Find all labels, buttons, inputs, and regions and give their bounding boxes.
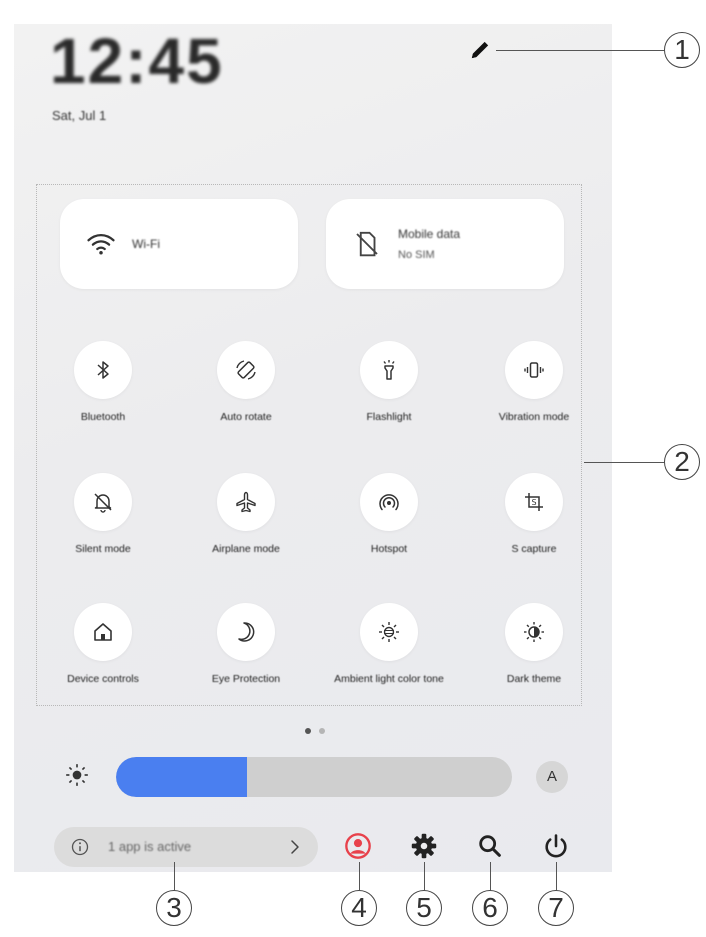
callout-leader-7 xyxy=(556,862,557,890)
clock: 12:45 xyxy=(50,25,224,97)
tile-vibration[interactable]: Vibration mode xyxy=(474,341,594,423)
page-dot-active xyxy=(305,728,311,734)
mobile-data-label: Mobile data xyxy=(398,227,461,241)
info-icon xyxy=(71,838,89,856)
brightness-icon xyxy=(66,764,88,786)
callout-leader-2 xyxy=(584,462,664,463)
tile-label: Auto rotate xyxy=(220,411,272,423)
gear-icon xyxy=(411,833,437,859)
callout-4: 4 xyxy=(341,890,377,926)
tile-label: Dark theme xyxy=(506,673,562,685)
callout-leader-5 xyxy=(424,862,425,890)
search-button[interactable] xyxy=(476,832,504,860)
flashlight-icon xyxy=(383,360,395,380)
tile-label: Ambient light color tone xyxy=(334,673,444,685)
vibration-icon xyxy=(524,362,544,378)
callout-3: 3 xyxy=(156,890,192,926)
quick-settings-panel: 12:45 Sat, Jul 1 Wi-Fi Mobile data No SI… xyxy=(14,24,612,872)
bluetooth-icon xyxy=(97,361,109,379)
active-apps-button[interactable]: 1 app is active xyxy=(54,827,318,867)
tile-device-controls[interactable]: Device controls xyxy=(43,603,163,685)
hotspot-icon xyxy=(379,494,399,511)
tile-dark-theme[interactable]: Dark theme xyxy=(474,603,594,685)
tile-label: Hotspot xyxy=(370,543,408,555)
wifi-tile[interactable]: Wi-Fi xyxy=(60,199,298,289)
tile-flashlight[interactable]: Flashlight xyxy=(329,341,449,423)
power-button[interactable] xyxy=(542,832,570,860)
callout-6: 6 xyxy=(472,890,508,926)
mobile-data-tile[interactable]: Mobile data No SIM xyxy=(326,199,564,289)
chevron-right-icon xyxy=(291,840,299,854)
s-capture-icon: S xyxy=(525,493,543,511)
ambient-light-icon xyxy=(379,622,399,642)
tile-label: Airplane mode xyxy=(212,543,280,555)
airplane-icon xyxy=(236,491,256,513)
pencil-icon xyxy=(471,41,489,59)
profile-icon xyxy=(345,833,371,859)
date: Sat, Jul 1 xyxy=(52,108,107,123)
profile-button[interactable] xyxy=(344,832,372,860)
brightness-slider[interactable] xyxy=(116,757,512,797)
mobile-data-status: No SIM xyxy=(398,249,435,261)
callout-leader-6 xyxy=(490,862,491,890)
callout-2: 2 xyxy=(664,444,700,480)
svg-text:S: S xyxy=(531,498,536,507)
tile-auto-rotate[interactable]: Auto rotate xyxy=(186,341,306,423)
home-icon xyxy=(94,623,112,641)
tile-label: Vibration mode xyxy=(498,411,570,423)
moon-icon xyxy=(238,622,255,642)
callout-7: 7 xyxy=(538,890,574,926)
active-apps-label: 1 app is active xyxy=(108,839,192,854)
auto-brightness-button[interactable]: A xyxy=(536,761,568,793)
tile-ambient-light[interactable]: Ambient light color tone xyxy=(329,603,449,685)
tile-eye-protection[interactable]: Eye Protection xyxy=(186,603,306,685)
tile-label: S capture xyxy=(511,543,557,555)
tile-label: Bluetooth xyxy=(80,411,126,423)
tile-label: Eye Protection xyxy=(211,673,281,685)
wifi-label: Wi-Fi xyxy=(132,237,160,251)
dark-theme-icon xyxy=(524,622,544,642)
tile-airplane-mode[interactable]: Airplane mode xyxy=(186,473,306,555)
tile-label: Flashlight xyxy=(366,411,412,423)
settings-button[interactable] xyxy=(410,832,438,860)
tile-label: Silent mode xyxy=(75,543,131,555)
callout-leader-3 xyxy=(174,862,175,890)
no-sim-icon xyxy=(356,231,378,257)
tile-s-capture[interactable]: S S capture xyxy=(474,473,594,555)
wifi-icon xyxy=(87,233,115,255)
edit-button[interactable] xyxy=(466,36,494,64)
auto-rotate-icon xyxy=(236,360,256,380)
search-icon xyxy=(479,835,501,857)
power-icon xyxy=(545,834,567,858)
tile-label: Device controls xyxy=(67,673,139,685)
callout-leader-1 xyxy=(496,50,664,51)
brightness-fill xyxy=(116,757,247,797)
tile-bluetooth[interactable]: Bluetooth xyxy=(43,341,163,423)
page-dot xyxy=(319,728,326,734)
silent-icon xyxy=(94,493,112,513)
callout-1: 1 xyxy=(664,32,700,68)
tile-hotspot[interactable]: Hotspot xyxy=(329,473,449,555)
tile-silent-mode[interactable]: Silent mode xyxy=(43,473,163,555)
callout-5: 5 xyxy=(406,890,442,926)
page-indicator[interactable] xyxy=(303,721,327,739)
callout-leader-4 xyxy=(359,862,360,890)
